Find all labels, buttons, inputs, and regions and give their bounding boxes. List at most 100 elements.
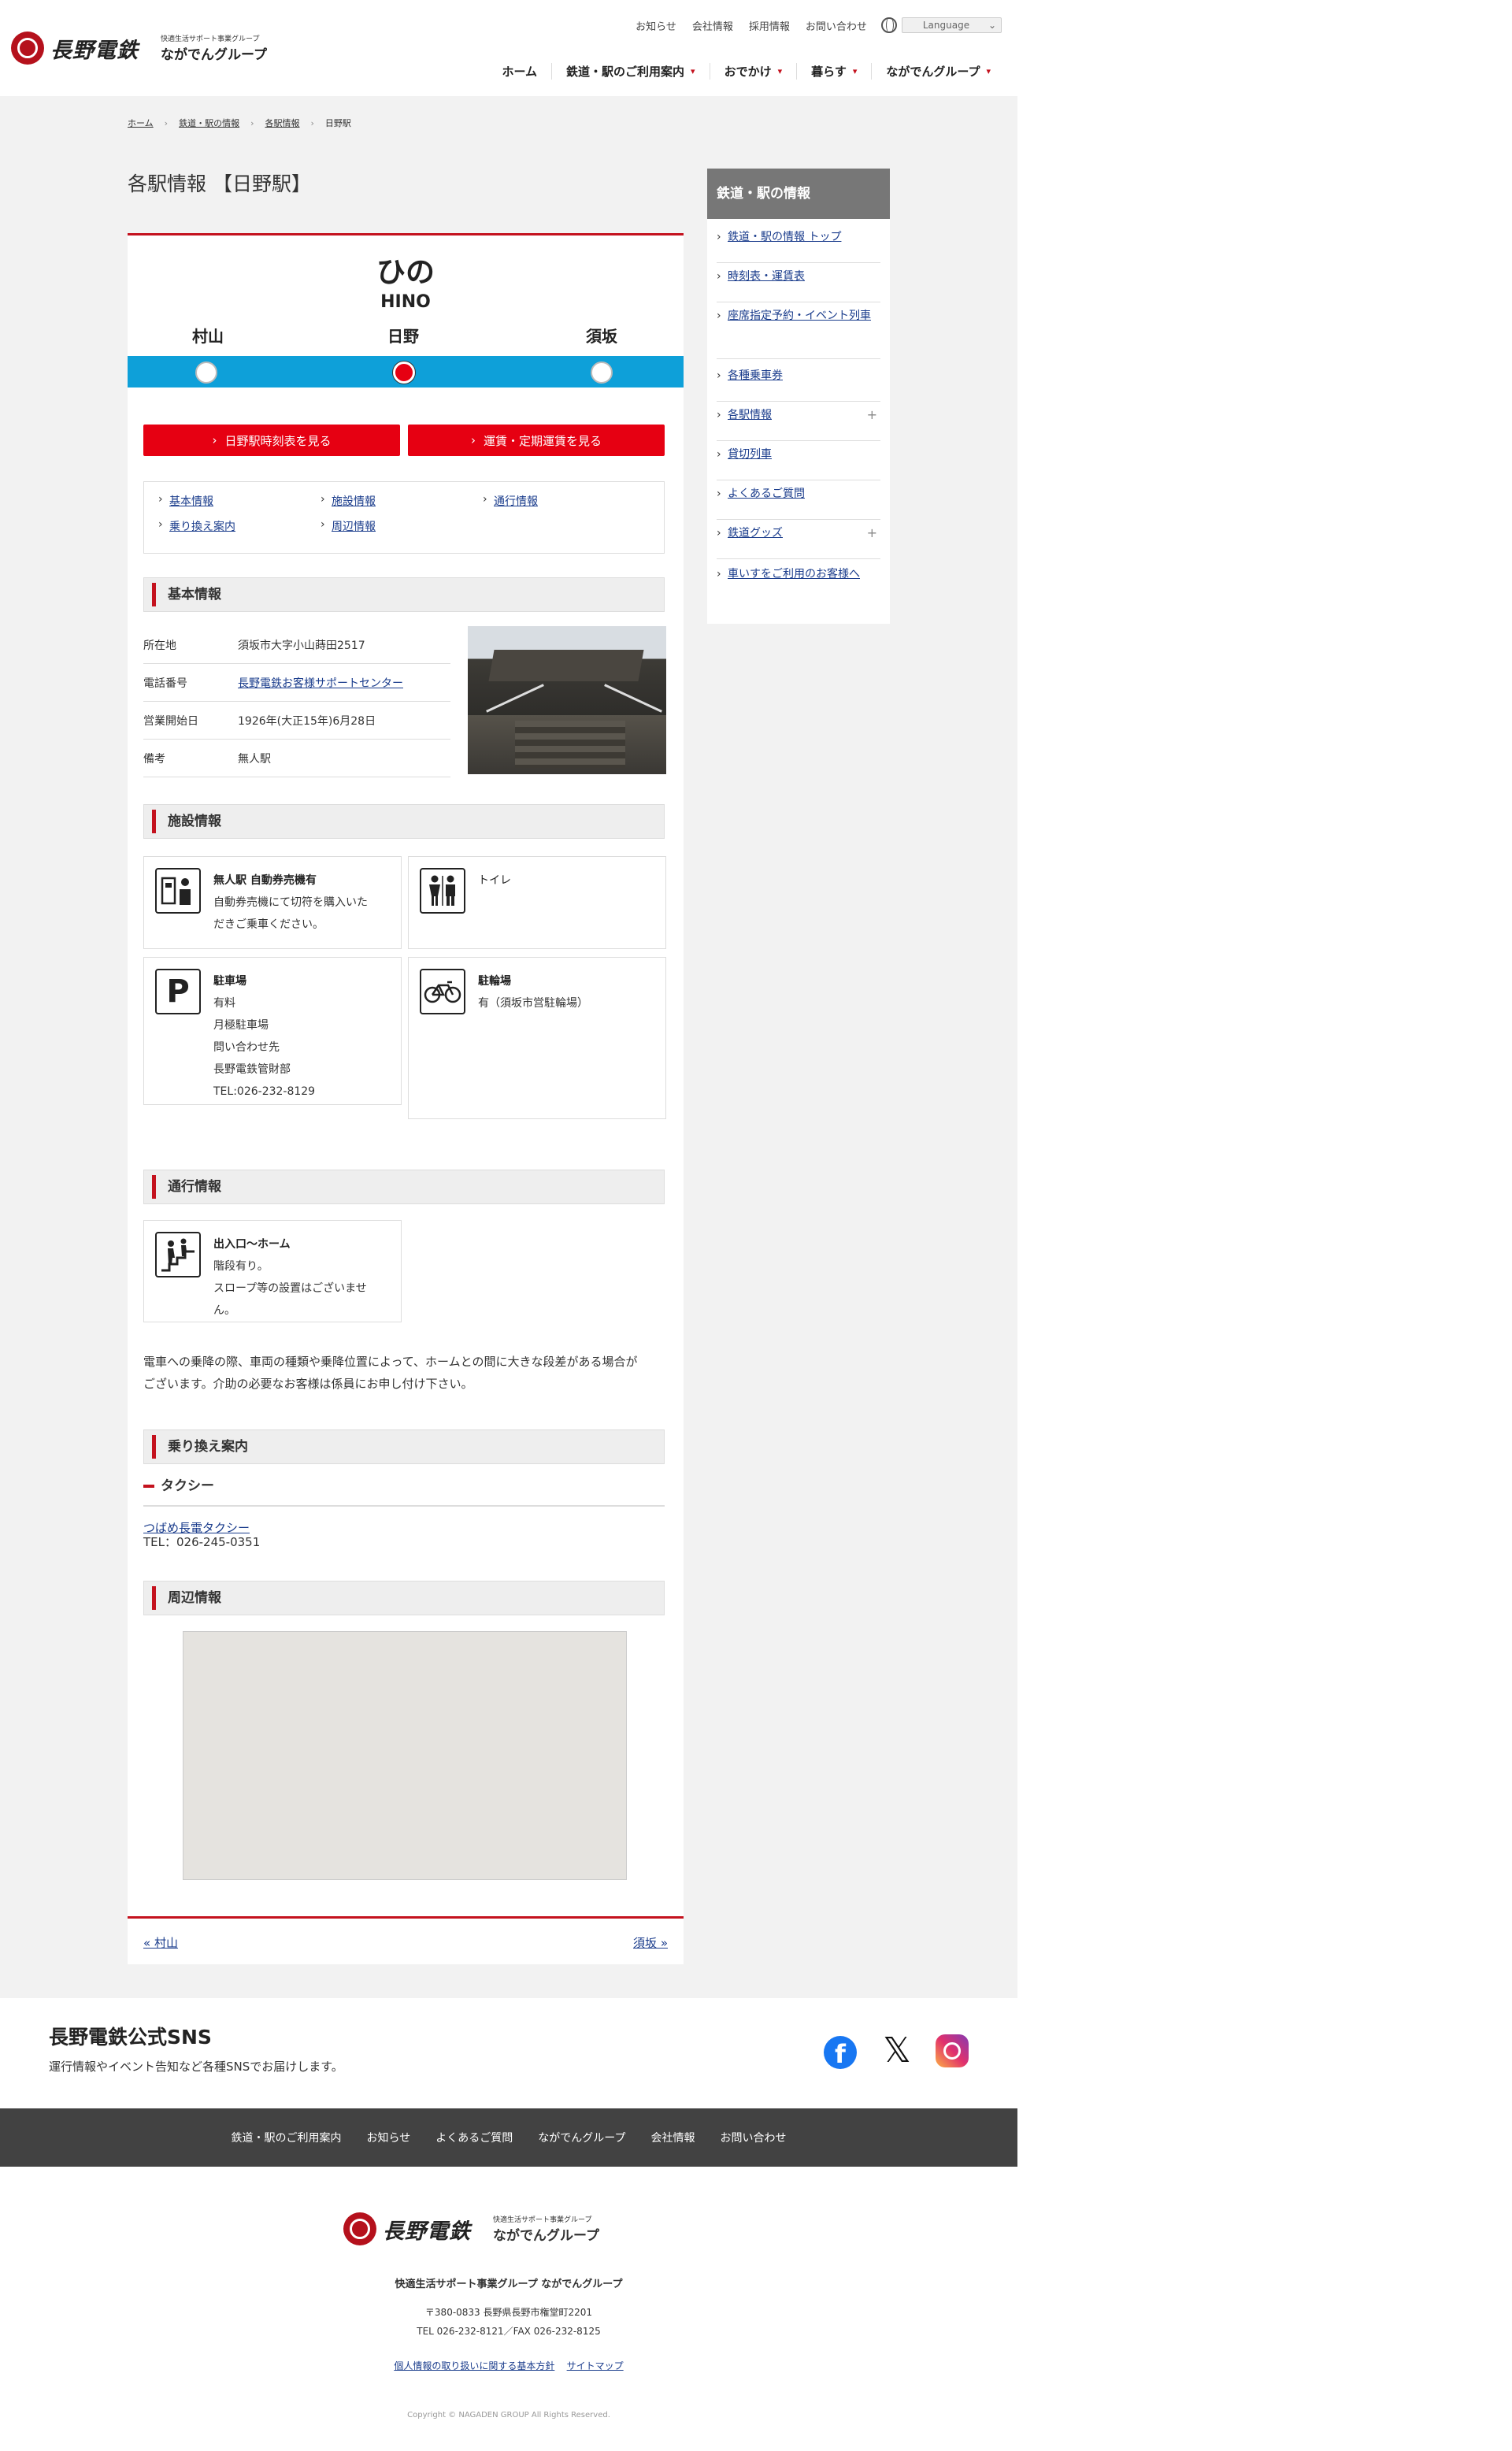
nav-outing[interactable]: おでかけ ▾ bbox=[709, 63, 797, 80]
taxi-company-link[interactable]: つばめ長電タクシー bbox=[143, 1521, 250, 1535]
facility-line: 有料 bbox=[213, 997, 235, 1010]
station-romaji: HINO bbox=[380, 292, 431, 312]
sidebar-item-charter[interactable]: 貸切列車 bbox=[717, 446, 880, 480]
group-name: ながでんグループ bbox=[161, 47, 267, 63]
sidebar-item-goods[interactable]: 鉄道グッズ + bbox=[717, 525, 880, 559]
util-link-contact[interactable]: お問い合わせ bbox=[806, 18, 867, 33]
timetable-button[interactable]: 日野駅時刻表を見る bbox=[143, 425, 400, 456]
breadcrumb-railway[interactable]: 鉄道・駅の情報 bbox=[179, 117, 239, 129]
facility-text: 出入口～ホーム 階段有り。 スロープ等の設置はございませ ん。 bbox=[213, 1233, 391, 1322]
anchor-basic[interactable]: 基本情報 bbox=[158, 493, 213, 509]
group-logo: 快適生活サポート事業グループ ながでんグループ bbox=[161, 33, 267, 63]
footer-nav-contact[interactable]: お問い合わせ bbox=[720, 2130, 786, 2145]
support-center-link[interactable]: 長野電鉄お客様サポートセンター bbox=[238, 675, 403, 691]
sidebar-item-label[interactable]: 各駅情報 bbox=[728, 409, 772, 421]
anchor-nearby[interactable]: 周辺情報 bbox=[321, 518, 376, 534]
anchor-transfer[interactable]: 乗り換え案内 bbox=[158, 518, 235, 534]
nearby-map[interactable] bbox=[183, 1631, 627, 1880]
language-selector[interactable]: Language ⌄ bbox=[880, 17, 1002, 33]
breadcrumb-stations[interactable]: 各駅情報 bbox=[265, 117, 299, 129]
sidebar-item-reserved-seats[interactable]: 座席指定予約・イベント列車 bbox=[717, 307, 880, 359]
x-icon[interactable]: 𝕏 bbox=[880, 2033, 914, 2069]
sidebar-item-stations[interactable]: 各駅情報 + bbox=[717, 406, 880, 441]
sns-title: 長野電鉄公式SNS bbox=[49, 2026, 212, 2049]
site-logo[interactable]: 長野電鉄 快適生活サポート事業グループ ながでんグループ bbox=[11, 32, 267, 65]
ticket-machine-icon bbox=[155, 868, 201, 914]
transfer-detail: つばめ長電タクシー TEL：026-245-0351 bbox=[143, 1521, 260, 1549]
footer-nav: 鉄道・駅のご利用案内 お知らせ よくあるご質問 ながでんグループ 会社情報 お問… bbox=[0, 2108, 1017, 2167]
page-title: 各駅情報 【日野駅】 bbox=[128, 172, 311, 195]
sidebar-item-tickets[interactable]: 各種乗車券 bbox=[717, 367, 880, 402]
facebook-icon[interactable]: f bbox=[824, 2036, 857, 2069]
footer-logo[interactable]: 長野電鉄 快適生活サポート事業グループ ながでんグループ bbox=[343, 2212, 599, 2245]
global-nav: ホーム 鉄道・駅のご利用案内 ▾ おでかけ ▾ 暮らす ▾ ながでんグループ ▾ bbox=[487, 63, 1005, 80]
access-title: 出入口～ホーム bbox=[213, 1238, 291, 1251]
group-name: ながでんグループ bbox=[493, 2228, 599, 2244]
nav-home[interactable]: ホーム bbox=[487, 63, 551, 80]
prev-station-link[interactable]: « 村山 bbox=[143, 1934, 178, 1951]
note-line: ございます。介助の必要なお客様は係員にお申し付け下さい。 bbox=[143, 1377, 473, 1391]
sidebar-item-label[interactable]: 鉄道グッズ bbox=[728, 527, 783, 540]
next-station-link[interactable]: 須坂 » bbox=[633, 1934, 668, 1951]
plus-icon[interactable]: + bbox=[867, 406, 877, 424]
footer-nav-company[interactable]: 会社情報 bbox=[650, 2130, 695, 2145]
next-station-dot bbox=[591, 362, 613, 384]
nav-group[interactable]: ながでんグループ ▾ bbox=[871, 63, 1005, 80]
nav-label: ながでんグループ bbox=[886, 65, 980, 79]
footer-nav-group[interactable]: ながでんグループ bbox=[538, 2130, 625, 2145]
access-line: 階段有り。 bbox=[213, 1260, 269, 1273]
station-kana: ひの bbox=[376, 255, 435, 289]
footer-links: 個人情報の取り扱いに関する基本方針 サイトマップ bbox=[0, 2359, 1017, 2372]
sidebar-item-wheelchair[interactable]: 車いすをご利用のお客様へ bbox=[717, 565, 880, 617]
row-value: 無人駅 bbox=[238, 752, 271, 766]
footer-group-line: 快適生活サポート事業グループ ながでんグループ bbox=[395, 2279, 623, 2290]
copyright: Copyright © NAGADEN GROUP All Rights Res… bbox=[407, 2411, 610, 2419]
instagram-icon[interactable] bbox=[936, 2034, 969, 2067]
sitemap-link[interactable]: サイトマップ bbox=[567, 2360, 624, 2371]
footer-nav-railway[interactable]: 鉄道・駅のご利用案内 bbox=[232, 2130, 342, 2145]
footer-nav-faq[interactable]: よくあるご質問 bbox=[435, 2130, 513, 2145]
footer-group-logo: 快適生活サポート事業グループ ながでんグループ bbox=[493, 2214, 599, 2244]
footer-nav-news[interactable]: お知らせ bbox=[367, 2130, 411, 2145]
row-key: 電話番号 bbox=[143, 677, 187, 690]
privacy-policy-link[interactable]: 個人情報の取り扱いに関する基本方針 bbox=[394, 2360, 554, 2371]
facility-line: 長野電鉄管財部 bbox=[213, 1063, 291, 1076]
nav-label: ホーム bbox=[502, 65, 538, 79]
site-header: 長野電鉄 快適生活サポート事業グループ ながでんグループ お知らせ 会社情報 採… bbox=[0, 0, 1017, 96]
breadcrumb-home[interactable]: ホーム bbox=[128, 117, 154, 129]
nav-railway-guide[interactable]: 鉄道・駅のご利用案内 ▾ bbox=[551, 63, 710, 80]
sidebar-item-timetable[interactable]: 時刻表・運賃表 bbox=[717, 268, 880, 302]
nav-label: おでかけ bbox=[724, 65, 772, 79]
facility-toilet: トイレ bbox=[408, 856, 666, 949]
access-line: ん。 bbox=[213, 1304, 235, 1317]
chevron-right-icon: › bbox=[164, 117, 169, 128]
sidebar-item-faq[interactable]: よくあるご質問 bbox=[717, 485, 880, 520]
station-pager: « 村山 須坂 » bbox=[128, 1916, 684, 1950]
util-link-recruit[interactable]: 採用情報 bbox=[749, 18, 790, 33]
sidebar: 鉄道・駅の情報 鉄道・駅の情報 トップ 時刻表・運賃表 座席指定予約・イベント列… bbox=[707, 169, 890, 624]
anchor-facility[interactable]: 施設情報 bbox=[321, 493, 376, 509]
facility-text: 駐車場 有料 月極駐車場 問い合わせ先 長野電鉄管財部 TEL:026-232-… bbox=[213, 970, 391, 1103]
facility-title: 駐輪場 bbox=[478, 975, 511, 988]
fare-button[interactable]: 運賃・定期運賃を見る bbox=[408, 425, 665, 456]
section-heading-transfer: 乗り換え案内 bbox=[143, 1429, 665, 1464]
facility-line: 問い合わせ先 bbox=[213, 1041, 280, 1054]
prev-station-dot bbox=[195, 362, 217, 384]
facility-parking: P 駐車場 有料 月極駐車場 問い合わせ先 長野電鉄管財部 TEL:026-23… bbox=[143, 957, 402, 1105]
util-link-news[interactable]: お知らせ bbox=[636, 18, 676, 33]
facility-title: 駐車場 bbox=[213, 975, 246, 988]
toilet-icon bbox=[420, 868, 465, 914]
util-link-company[interactable]: 会社情報 bbox=[692, 18, 733, 33]
plus-icon[interactable]: + bbox=[867, 525, 877, 542]
taxi-tel: TEL：026-245-0351 bbox=[143, 1535, 261, 1549]
stairs-icon bbox=[155, 1232, 201, 1277]
anchor-access[interactable]: 通行情報 bbox=[483, 493, 538, 509]
prev-station-name: 村山 bbox=[192, 327, 224, 346]
parking-glyph: P bbox=[166, 973, 190, 1010]
row-key: 備考 bbox=[143, 752, 165, 766]
nav-label: 暮らす bbox=[811, 65, 847, 79]
section-heading-facility: 施設情報 bbox=[143, 804, 665, 839]
nav-living[interactable]: 暮らす ▾ bbox=[796, 63, 871, 80]
current-station-name: 日野 bbox=[387, 327, 419, 346]
sidebar-item-top[interactable]: 鉄道・駅の情報 トップ bbox=[717, 228, 880, 263]
